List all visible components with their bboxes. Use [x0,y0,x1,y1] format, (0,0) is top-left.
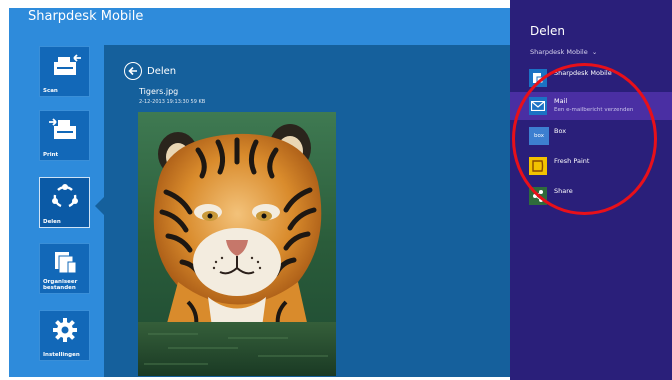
app-window: Sharpdesk Mobile Scan Print Delen Organi… [0,0,672,380]
app-title: Sharpdesk Mobile [28,9,144,24]
nav-organize[interactable]: Organiseer bestanden [39,243,90,294]
organize-files-icon [40,247,89,279]
file-meta: 2-12-2013 19:13:30 59 KB [139,99,206,105]
gear-icon [40,314,89,346]
printer-icon [40,114,89,146]
back-button[interactable]: Delen [124,62,176,80]
page-title: Delen [147,65,177,77]
nav-organize-label: Organiseer bestanden [43,279,78,291]
selection-pointer [95,197,104,215]
nav-print-label: Print [43,152,59,158]
charm-title: Delen [530,24,565,38]
tiger-image [138,112,336,376]
highlight-annotation-circle [512,63,657,215]
nav-scan-label: Scan [43,88,58,94]
image-preview [138,112,336,376]
app-dropdown-label: Sharpdesk Mobile [530,48,588,56]
nav-share-label: Delen [43,219,61,225]
app-dropdown[interactable]: Sharpdesk Mobile ⌄ [530,48,597,56]
nav-scan[interactable]: Scan [39,46,90,97]
nav-settings-label: Instellingen [43,352,80,358]
nav-settings[interactable]: Instellingen [39,310,90,361]
nav-print[interactable]: Print [39,110,90,161]
scanner-icon [40,50,89,82]
back-arrow-icon [124,62,142,80]
nav-share[interactable]: Delen [39,177,90,228]
file-name: Tigers.jpg [139,87,179,96]
chevron-down-icon: ⌄ [589,48,598,56]
share-circle-icon [40,181,89,213]
